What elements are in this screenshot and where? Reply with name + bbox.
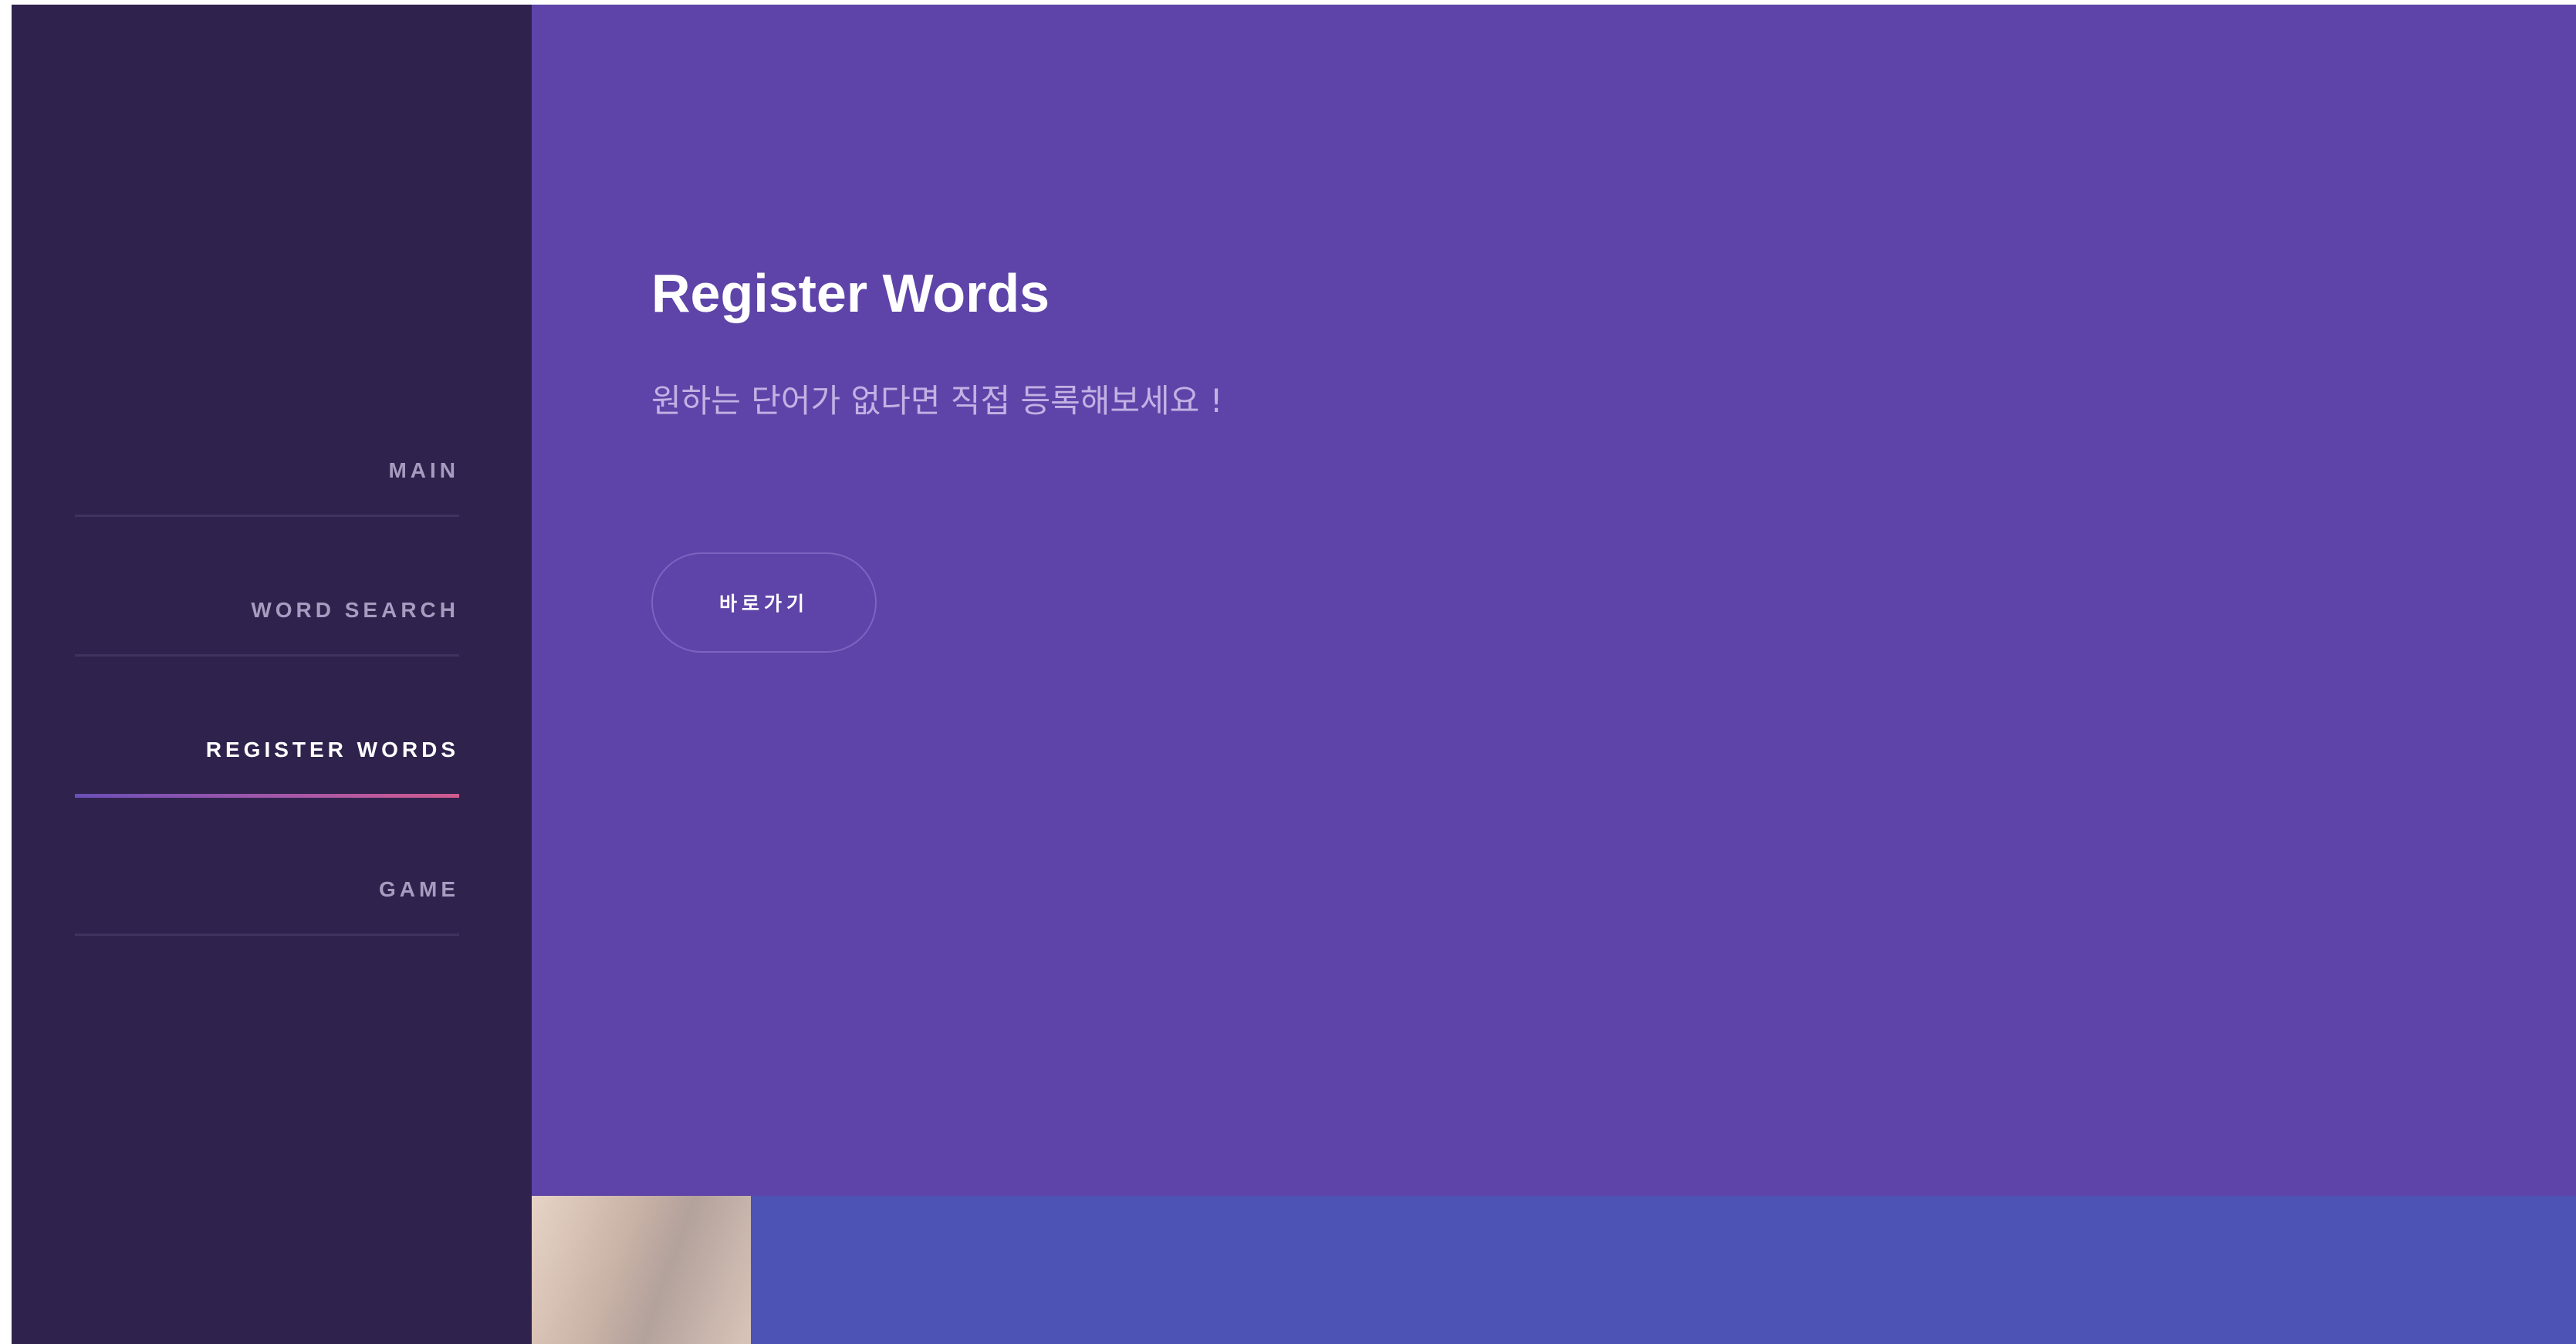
sidebar-item-register-words[interactable]: REGISTER WORDS xyxy=(75,701,459,840)
sidebar-item-underline xyxy=(75,515,459,517)
sidebar-item-active-underline xyxy=(75,794,459,798)
sidebar-item-word-search[interactable]: WORD SEARCH xyxy=(75,561,459,701)
sidebar-item-underline xyxy=(75,654,459,657)
sidebar-item-underline xyxy=(75,934,459,936)
go-button[interactable]: 바로가기 xyxy=(651,552,877,653)
main-hero: Register Words 원하는 단어가 없다면 직접 등록해보세요 ! 바… xyxy=(532,5,2576,1196)
page: MAIN WORD SEARCH REGISTER WORDS GAME Reg… xyxy=(12,5,2576,1344)
sidebar: MAIN WORD SEARCH REGISTER WORDS GAME xyxy=(12,5,532,1344)
next-section xyxy=(532,1196,2576,1344)
sidebar-item-label: WORD SEARCH xyxy=(251,598,459,622)
page-subtitle: 원하는 단어가 없다면 직접 등록해보세요 ! xyxy=(651,382,1223,420)
section-thumbnail-image xyxy=(532,1196,751,1344)
sidebar-nav: MAIN WORD SEARCH REGISTER WORDS GAME xyxy=(75,421,459,980)
sidebar-item-label: MAIN xyxy=(388,458,459,482)
sidebar-item-main[interactable]: MAIN xyxy=(75,421,459,561)
sidebar-item-label: GAME xyxy=(379,877,459,901)
sidebar-item-game[interactable]: GAME xyxy=(75,840,459,980)
sidebar-item-label: REGISTER WORDS xyxy=(205,738,459,761)
page-title: Register Words xyxy=(651,263,1050,323)
